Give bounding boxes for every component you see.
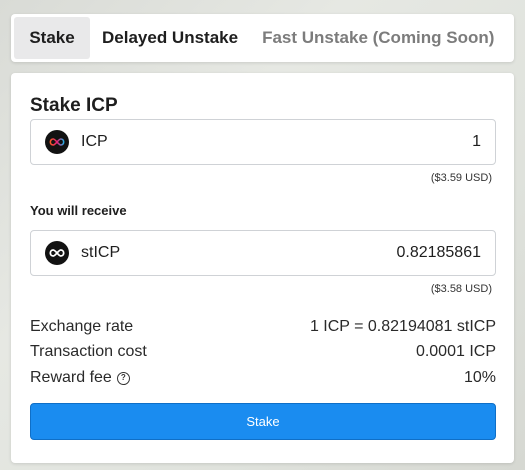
reward-fee-label-group: Reward fee ?: [30, 369, 130, 387]
reward-fee-row: Reward fee ? 10%: [30, 369, 496, 387]
sticp-token-label: stICP: [81, 244, 121, 261]
icp-token-label: ICP: [81, 133, 108, 150]
stake-button[interactable]: Stake: [30, 403, 496, 440]
stake-card: Stake ICP ICP ($3.59 USD) You will recei…: [11, 73, 514, 463]
sticp-amount-value: 0.82185861: [396, 244, 481, 261]
sticp-amount-field: stICP 0.82185861: [30, 230, 496, 276]
icp-infinity-icon: [45, 130, 69, 154]
sticp-infinity-icon: [45, 241, 69, 265]
icp-usd-value: ($3.59 USD): [430, 172, 492, 184]
exchange-rate-row: Exchange rate 1 ICP = 0.82194081 stICP: [30, 318, 496, 336]
receive-label: You will receive: [30, 203, 127, 218]
tab-stake[interactable]: Stake: [14, 17, 90, 59]
tab-delayed-unstake[interactable]: Delayed Unstake: [90, 17, 250, 59]
sticp-usd-value: ($3.58 USD): [430, 283, 492, 295]
reward-fee-value: 10%: [463, 369, 496, 386]
icp-amount-input[interactable]: [281, 133, 481, 151]
exchange-rate-label: Exchange rate: [30, 318, 134, 335]
transaction-cost-value: 0.0001 ICP: [415, 343, 496, 360]
transaction-cost-label: Transaction cost: [30, 343, 147, 360]
tab-fast-unstake: Fast Unstake (Coming Soon): [262, 28, 495, 47]
card-title: Stake ICP: [30, 95, 118, 116]
reward-fee-label: Reward fee: [30, 369, 112, 386]
icp-amount-field[interactable]: ICP: [30, 119, 496, 165]
exchange-rate-value: 1 ICP = 0.82194081 stICP: [309, 318, 496, 335]
question-circle-icon[interactable]: ?: [116, 371, 130, 385]
stake-mode-tabs: Stake Delayed Unstake Fast Unstake (Comi…: [11, 14, 514, 62]
transaction-cost-row: Transaction cost 0.0001 ICP: [30, 343, 496, 361]
